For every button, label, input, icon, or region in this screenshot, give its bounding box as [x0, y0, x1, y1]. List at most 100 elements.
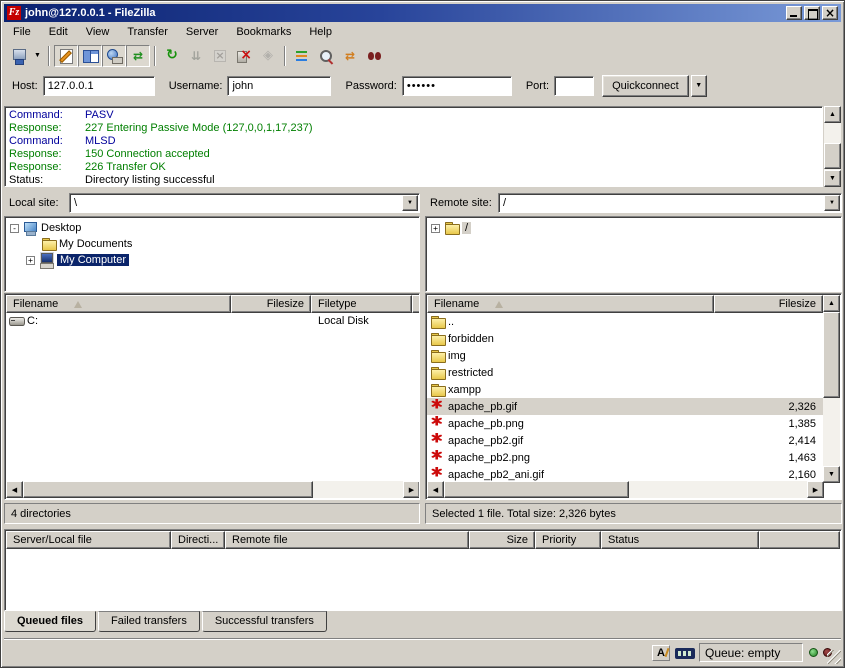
site-manager-icon	[11, 48, 27, 64]
remote-site-combo[interactable]: / ▼	[498, 193, 842, 213]
disconnect-button[interactable]	[232, 45, 256, 67]
site-manager-dropdown[interactable]: ▼	[31, 45, 44, 67]
column-server-local-file[interactable]: Server/Local file	[6, 531, 171, 549]
toggle-local-tree-button[interactable]	[78, 45, 102, 67]
tree-item-my-computer[interactable]: + My Computer	[5, 252, 419, 268]
column-priority[interactable]: Priority	[535, 531, 601, 549]
refresh-button[interactable]	[160, 45, 184, 67]
collapse-icon[interactable]: -	[10, 224, 19, 233]
file-row-selected[interactable]: apache_pb.gif2,326	[427, 398, 824, 415]
toggle-remote-tree-button[interactable]	[102, 45, 126, 67]
local-site-combo[interactable]: \ ▼	[69, 193, 420, 213]
remote-vertical-scrollbar[interactable]: ▲ ▼	[823, 295, 840, 483]
column-filler	[759, 531, 840, 549]
username-input[interactable]	[227, 76, 331, 96]
column-filesize[interactable]: Filesize	[231, 295, 311, 313]
local-horizontal-scrollbar[interactable]: ◀ ▶	[6, 481, 420, 498]
toggle-message-log-button[interactable]	[54, 45, 78, 67]
local-list-header: Filename Filesize Filetype L	[6, 295, 418, 313]
scroll-right-button[interactable]: ▶	[807, 481, 824, 498]
remote-status-bar: Selected 1 file. Total size: 2,326 bytes	[425, 503, 842, 524]
chevron-down-icon[interactable]: ▼	[402, 195, 418, 211]
close-button[interactable]	[822, 6, 838, 20]
scroll-left-button[interactable]: ◀	[427, 481, 444, 498]
scroll-up-button[interactable]: ▲	[824, 106, 841, 123]
process-queue-button[interactable]	[184, 45, 208, 67]
toggle-transfer-queue-button[interactable]	[126, 45, 150, 67]
file-row-c-drive[interactable]: C: Local Disk	[6, 313, 420, 329]
toolbar: ▼	[4, 42, 841, 69]
menu-bar: File Edit View Transfer Server Bookmarks…	[4, 23, 841, 41]
cancel-operation-button[interactable]	[208, 45, 232, 67]
remote-horizontal-scrollbar[interactable]: ◀ ▶	[427, 481, 824, 498]
expand-icon[interactable]: +	[26, 256, 35, 265]
site-manager-button[interactable]	[7, 45, 31, 67]
scroll-thumb[interactable]	[23, 481, 313, 498]
menu-transfer[interactable]: Transfer	[118, 24, 177, 40]
menu-file[interactable]: File	[4, 24, 40, 40]
file-row[interactable]: apache_pb.png1,385	[427, 415, 824, 432]
sync-arrows-icon	[342, 48, 358, 64]
menu-help[interactable]: Help	[300, 24, 341, 40]
column-filesize[interactable]: Filesize	[714, 295, 823, 313]
file-row[interactable]: apache_pb2.gif2,414	[427, 432, 824, 449]
scroll-down-button[interactable]: ▼	[824, 170, 841, 187]
chevron-down-icon[interactable]: ▼	[824, 195, 840, 211]
column-status[interactable]: Status	[601, 531, 759, 549]
scroll-left-button[interactable]: ◀	[6, 481, 23, 498]
local-status-bar: 4 directories	[4, 503, 420, 524]
menu-bookmarks[interactable]: Bookmarks	[227, 24, 300, 40]
scroll-thumb[interactable]	[824, 143, 841, 169]
local-site-label: Local site:	[9, 197, 69, 209]
find-files-button[interactable]	[362, 45, 386, 67]
minimize-button[interactable]	[786, 6, 802, 20]
scroll-up-button[interactable]: ▲	[823, 295, 840, 312]
host-input[interactable]	[43, 76, 155, 96]
file-row[interactable]: img	[427, 347, 824, 364]
menu-server[interactable]: Server	[177, 24, 227, 40]
column-filetype[interactable]: Filetype	[311, 295, 412, 313]
queue-status: Queue: empty	[699, 643, 803, 662]
log-scrollbar[interactable]: ▲ ▼	[824, 106, 841, 187]
password-input[interactable]	[402, 76, 512, 96]
scroll-thumb[interactable]	[444, 481, 629, 498]
column-filename[interactable]: Filename	[427, 295, 714, 313]
folder-icon	[430, 314, 448, 330]
folder-icon	[430, 348, 448, 364]
file-row[interactable]: xampp	[427, 381, 824, 398]
file-row[interactable]: ..	[427, 313, 824, 330]
tab-queued-files[interactable]: Queued files	[4, 611, 96, 632]
column-last-modified[interactable]: L	[412, 295, 420, 313]
synchronized-browsing-button[interactable]	[338, 45, 362, 67]
menu-view[interactable]: View	[77, 24, 119, 40]
maximize-button[interactable]	[804, 6, 820, 20]
port-input[interactable]	[554, 76, 594, 96]
tab-failed-transfers[interactable]: Failed transfers	[98, 611, 200, 632]
scroll-right-button[interactable]: ▶	[403, 481, 420, 498]
reconnect-button[interactable]	[256, 45, 280, 67]
tree-item-root[interactable]: + /	[426, 220, 841, 236]
resize-grip[interactable]	[827, 650, 841, 664]
sort-ascending-icon	[74, 301, 82, 308]
file-row[interactable]: restricted	[427, 364, 824, 381]
column-remote-file[interactable]: Remote file	[225, 531, 469, 549]
column-filename[interactable]: Filename	[6, 295, 231, 313]
tab-successful-transfers[interactable]: Successful transfers	[202, 611, 327, 632]
column-size[interactable]: Size	[469, 531, 535, 549]
file-row[interactable]: apache_pb2.png1,463	[427, 449, 824, 466]
remote-file-list: Filename Filesize .. forbidden img restr…	[425, 293, 842, 500]
tree-item-desktop[interactable]: - Desktop	[5, 220, 419, 236]
speed-limit-indicator-icon	[675, 648, 695, 659]
menu-edit[interactable]: Edit	[40, 24, 77, 40]
quickconnect-button[interactable]: Quickconnect	[602, 75, 689, 97]
column-direction[interactable]: Directi...	[171, 531, 225, 549]
scroll-down-button[interactable]: ▼	[823, 466, 840, 483]
scroll-thumb[interactable]	[823, 312, 840, 398]
tree-item-my-documents[interactable]: My Documents	[5, 236, 419, 252]
quickconnect-dropdown[interactable]: ▼	[691, 75, 707, 97]
expand-icon[interactable]: +	[431, 224, 440, 233]
file-row[interactable]: forbidden	[427, 330, 824, 347]
filter-button[interactable]	[290, 45, 314, 67]
title-bar: Fz john@127.0.0.1 - FileZilla	[4, 4, 841, 22]
directory-comparison-button[interactable]	[314, 45, 338, 67]
